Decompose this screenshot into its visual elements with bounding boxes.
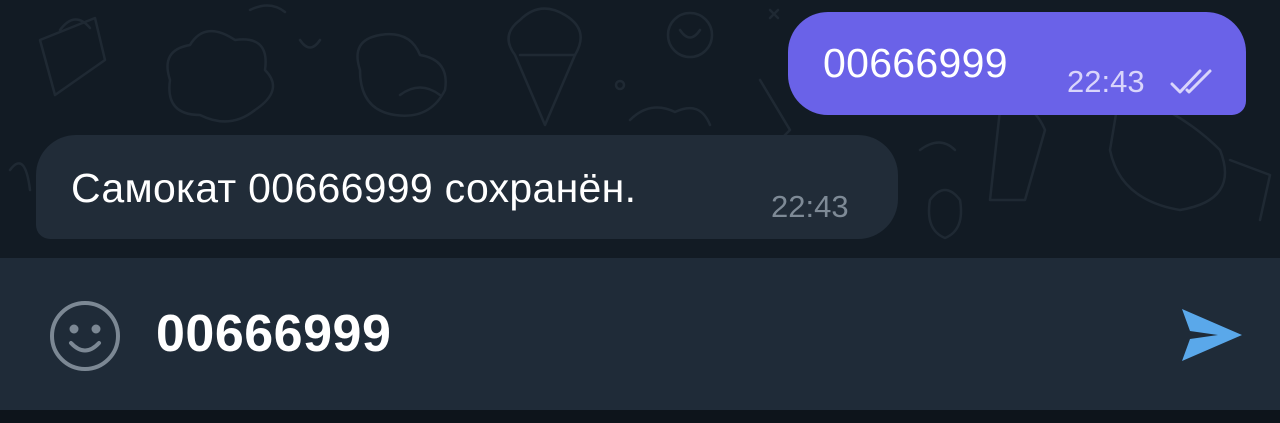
- message-input[interactable]: 00666999: [156, 304, 1136, 364]
- outgoing-message-text: 00666999: [823, 40, 1008, 86]
- double-check-icon: [1170, 69, 1212, 94]
- incoming-message-time: 22:43: [771, 189, 849, 224]
- send-icon[interactable]: [1178, 301, 1246, 369]
- incoming-message-bubble[interactable]: Самокат 00666999 сохранён. 22:43: [36, 135, 898, 239]
- chat-area: 00666999 22:43 Самокат 00666999 сохранён…: [0, 0, 1280, 258]
- smiley-icon[interactable]: [47, 298, 123, 374]
- message-composer: 00666999: [0, 258, 1280, 410]
- bottom-edge: [0, 410, 1280, 423]
- incoming-message-text: Самокат 00666999 сохранён.: [71, 165, 637, 211]
- outgoing-message-time: 22:43: [1067, 64, 1145, 99]
- outgoing-message-bubble[interactable]: 00666999 22:43: [788, 12, 1246, 115]
